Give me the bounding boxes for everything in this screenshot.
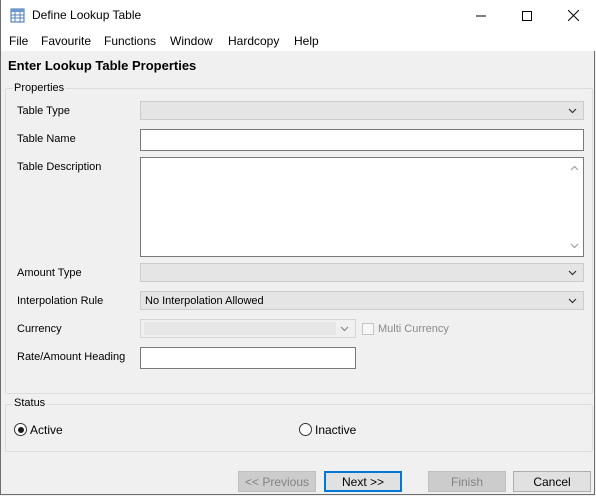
menu-favourite[interactable]: Favourite	[41, 34, 91, 48]
maximize-icon	[522, 10, 532, 21]
currency-label: Currency	[17, 323, 62, 335]
active-radio[interactable]	[14, 423, 27, 436]
table-description-label: Table Description	[17, 161, 102, 173]
interpolation-rule-label: Interpolation Rule	[17, 295, 104, 307]
rate-amount-heading-label: Rate/Amount Heading	[17, 351, 126, 363]
chevron-down-icon	[340, 326, 349, 332]
close-icon	[567, 10, 579, 21]
properties-group-label: Properties	[12, 82, 67, 94]
dialog-window: Define Lookup Table File Favourite Funct…	[0, 0, 596, 495]
table-description-field[interactable]	[140, 157, 584, 257]
menu-functions[interactable]: Functions	[104, 34, 156, 48]
amount-type-label: Amount Type	[17, 267, 82, 279]
title-bar: Define Lookup Table	[1, 0, 596, 31]
table-icon	[10, 8, 25, 23]
multi-currency-checkbox[interactable]	[362, 323, 374, 335]
next-button[interactable]: Next >>	[324, 471, 402, 492]
menu-file[interactable]: File	[9, 34, 28, 48]
table-name-label: Table Name	[17, 133, 76, 145]
previous-button[interactable]: << Previous	[238, 471, 316, 492]
multi-currency-label: Multi Currency	[378, 323, 449, 335]
table-name-field[interactable]	[140, 129, 584, 151]
menu-bar: File Favourite Functions Window Hardcopy…	[1, 31, 596, 51]
active-label: Active	[30, 423, 63, 437]
minimize-icon	[476, 15, 486, 16]
minimize-button[interactable]	[458, 0, 504, 31]
chevron-down-icon	[568, 270, 577, 276]
maximize-button[interactable]	[504, 0, 550, 31]
amount-type-dropdown[interactable]	[140, 263, 584, 282]
close-button[interactable]	[550, 0, 596, 31]
finish-button[interactable]: Finish	[428, 471, 506, 492]
rate-amount-heading-field[interactable]	[140, 347, 356, 369]
cancel-button[interactable]: Cancel	[513, 471, 591, 492]
currency-dropdown[interactable]	[140, 319, 356, 338]
menu-window[interactable]: Window	[170, 34, 213, 48]
table-type-dropdown[interactable]	[140, 101, 584, 120]
interpolation-rule-dropdown[interactable]: No Interpolation Allowed	[140, 291, 584, 310]
chevron-down-icon	[568, 298, 577, 304]
inactive-label: Inactive	[315, 423, 357, 437]
table-type-label: Table Type	[17, 105, 71, 117]
scroll-up-icon[interactable]	[570, 165, 579, 171]
inactive-radio[interactable]	[299, 423, 312, 436]
page-title: Enter Lookup Table Properties	[8, 58, 197, 73]
status-group-label: Status	[12, 397, 48, 409]
menu-help[interactable]: Help	[294, 34, 319, 48]
interpolation-rule-value: No Interpolation Allowed	[145, 295, 264, 307]
menu-hardcopy[interactable]: Hardcopy	[228, 34, 279, 48]
window-title: Define Lookup Table	[32, 8, 142, 22]
chevron-down-icon	[568, 108, 577, 114]
scroll-down-icon[interactable]	[570, 243, 579, 249]
